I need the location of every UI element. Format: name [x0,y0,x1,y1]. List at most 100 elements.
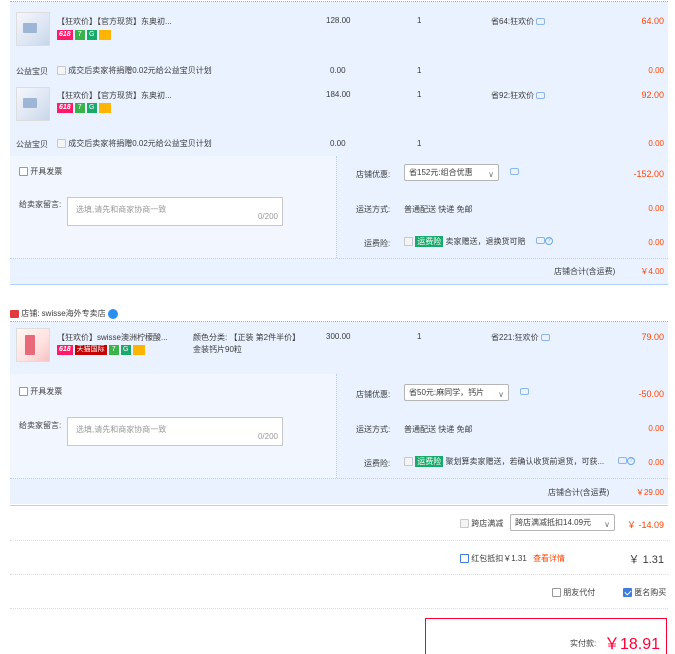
friend-pay-checkbox[interactable] [552,588,561,598]
item-title[interactable]: 【狂欢价】swisse澳洲柠檬酸... [57,332,168,343]
char-count: 0/200 [257,212,278,221]
cross-store-value: 跨店满减抵扣14.09元 [515,518,592,527]
item-qty: 1 [417,90,422,99]
cross-store-label: 跨店满减 [471,519,504,528]
friend-pay-option[interactable]: 朋友代付 [552,587,595,598]
insurance-text: 卖家赠送，退换货可赔 [445,237,526,246]
redpacket-checkbox[interactable] [460,554,469,564]
friend-pay-label: 朋友代付 [563,588,596,597]
message-icon[interactable] [540,334,550,342]
insurance-checkbox[interactable] [404,237,413,247]
message-icon[interactable] [510,168,519,175]
insurance-label: 运费险: [364,459,391,468]
shipping-label: 运送方式: [356,205,391,214]
insurance-tag: 运费险 [415,236,444,248]
item-price: 300.00 [326,332,351,341]
shop-name[interactable]: 店铺: swisse海外专卖店 [21,309,105,318]
shipping-amount: 0.00 [648,204,664,213]
tmall-global-badge: 天猫国际 [74,345,107,355]
saving-text: 省221:狂欢价 [491,333,539,342]
item-title[interactable]: 【狂欢价】【官方现货】东奥初... [57,90,172,101]
saving-text: 省64:狂欢价 [491,17,535,26]
shipping-value: 普通配送 快递 免邮 [404,205,473,214]
badge-guarantee-icon: G [86,103,97,113]
charity-row: 成交后卖家将捐赠0.02元给公益宝贝计划 [57,65,212,76]
badge-618-icon: 618 [57,345,73,355]
product-thumbnail[interactable] [16,328,50,362]
anonymous-option[interactable]: 匿名购买 [623,587,666,598]
pay-label: 实付款: [570,639,597,648]
insurance-help: ? [534,236,553,245]
item-title[interactable]: 【狂欢价】【官方现货】东奥初... [57,16,172,27]
badge-guarantee-icon: G [120,345,131,355]
badge-618-icon: 618 [57,103,73,113]
invoice-option[interactable]: 开具发票 [19,386,62,397]
insurance-checkbox[interactable] [404,457,413,467]
badge-7day-icon: 7 [108,345,119,355]
discount-value: 省152元:组合优惠 [409,168,473,177]
insurance-tag: 运费险 [415,456,444,468]
item-total: 64.00 [641,16,664,26]
cross-store-amount: ￥ -14.09 [626,520,664,530]
char-count: 0/200 [257,432,278,441]
item-price: 184.00 [326,90,351,99]
charity-checkbox[interactable] [57,66,66,76]
product-thumbnail[interactable] [16,12,50,46]
message-icon[interactable] [520,388,529,395]
item-price: 128.00 [326,16,351,25]
shop-total-label: 店铺合计(含运费) [548,488,610,497]
seller-message-input[interactable]: 选填,请先和商家协商一致 0/200 [67,417,283,446]
insurance-help: ? [616,456,635,465]
view-details-link[interactable]: 查看详情 [533,554,565,563]
shop-header[interactable]: 店铺: swisse海外专卖店 [10,308,118,319]
badge-7day-icon: 7 [74,103,85,113]
anonymous-label: 匿名购买 [634,588,667,597]
badge-618-icon: 618 [57,30,73,40]
shop-icon [10,309,19,318]
shop-discount-select[interactable]: 省50元:麻同学，钙片 ∨ [404,384,509,401]
charity-row: 成交后卖家将捐赠0.02元给公益宝贝计划 [57,138,212,149]
item-badges: 618 7 G [57,103,113,113]
question-icon[interactable]: ? [545,236,553,245]
invoice-label: 开具发票 [30,167,63,176]
discount-label: 店铺优惠: [356,170,391,179]
redpacket-label: 红包抵扣￥1.31 [471,554,527,563]
item-badges: 618 7 G [57,30,113,40]
chevron-down-icon: ∨ [604,520,610,529]
question-icon[interactable]: ? [627,456,635,465]
shop-discount-select[interactable]: 省152元:组合优惠 ∨ [404,164,499,181]
cross-store-select[interactable]: 跨店满减抵扣14.09元 ∨ [510,514,615,531]
message-icon[interactable] [536,92,546,100]
insurance-row: 运费险 聚划算卖家赠送，若确认收货前退货，可获... [404,456,604,468]
message-icon[interactable] [618,457,627,465]
invoice-checkbox[interactable] [19,167,28,177]
message-icon[interactable] [536,18,546,26]
redpacket-amount: ￥ 1.31 [628,554,664,566]
cross-store-checkbox[interactable] [460,519,469,529]
saving-text: 省92:狂欢价 [491,91,535,100]
invoice-checkbox[interactable] [19,387,28,397]
product-thumbnail[interactable] [16,87,50,121]
charity-price: 0.00 [330,139,346,148]
cross-store-discount: 跨店满减 [460,518,503,529]
charity-checkbox[interactable] [57,139,66,149]
item-saving: 省92:狂欢价 [491,90,546,101]
insurance-row: 运费险 卖家赠送，退换货可赔 [404,236,526,248]
wangwang-chat-icon[interactable] [107,308,118,319]
discount-amount: -50.00 [638,389,664,399]
message-icon[interactable] [536,237,545,245]
seller-message-input[interactable]: 选填,请先和商家协商一致 0/200 [67,197,283,226]
insurance-label: 运费险: [364,239,391,248]
badge-guarantee-icon: G [86,30,97,40]
charity-price: 0.00 [330,66,346,75]
message-placeholder: 选填,请先和商家协商一致 [76,425,167,434]
charity-text: 成交后卖家将捐赠0.02元给公益宝贝计划 [68,66,212,75]
anonymous-checkbox[interactable] [623,588,632,598]
redpacket-option[interactable]: 红包抵扣￥1.31 查看详情 [460,553,565,564]
card-icon [98,30,111,40]
invoice-option[interactable]: 开具发票 [19,166,62,177]
shipping-label: 运送方式: [356,425,391,434]
item-saving: 省64:狂欢价 [491,16,546,27]
charity-total: 0.00 [648,66,664,75]
discount-label: 店铺优惠: [356,390,391,399]
